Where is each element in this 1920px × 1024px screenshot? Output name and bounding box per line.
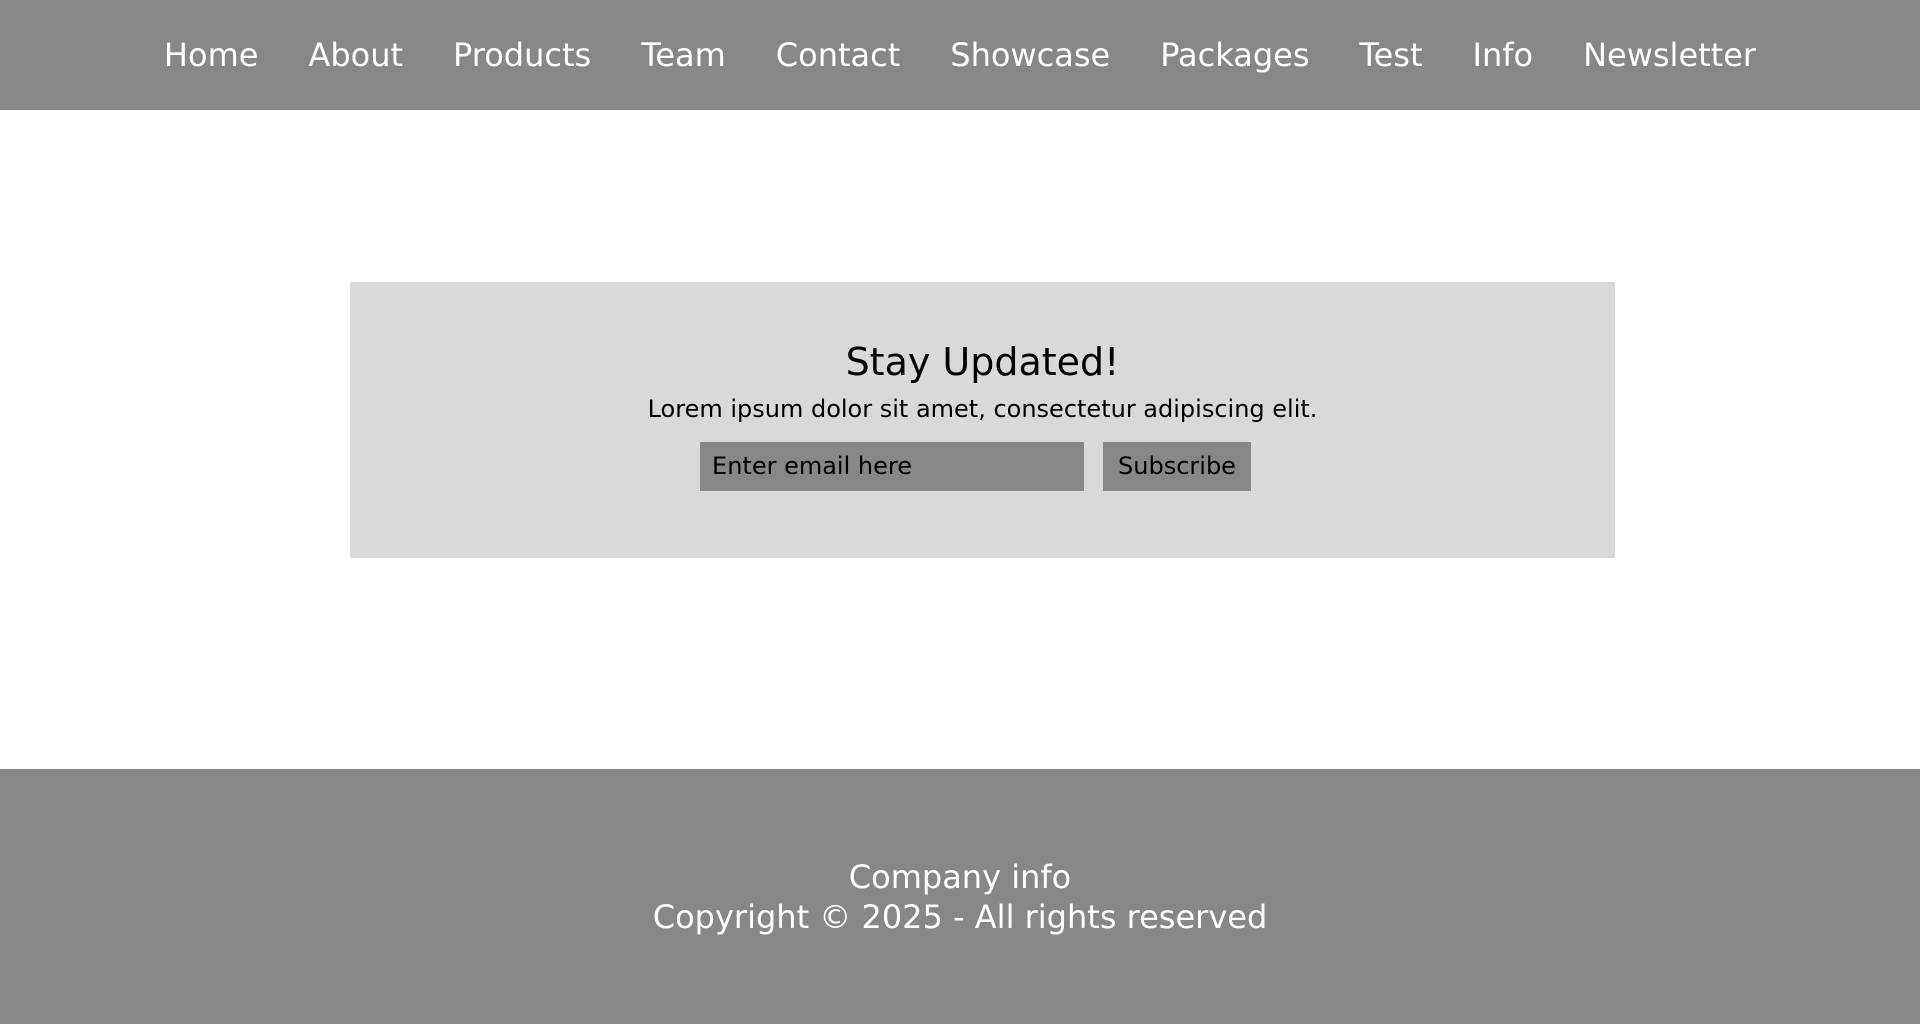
footer-company-info: Company info (848, 857, 1072, 896)
page: Home About Products Team Contact Showcas… (0, 0, 1920, 1024)
nav-item-newsletter: Newsletter (1583, 39, 1756, 71)
nav-item-contact: Contact (776, 39, 901, 71)
nav-link-test[interactable]: Test (1360, 36, 1423, 74)
top-navigation-bar: Home About Products Team Contact Showcas… (0, 0, 1920, 110)
newsletter-form: Subscribe (700, 441, 1251, 491)
footer-copyright: Copyright © 2025 - All rights reserved (652, 897, 1268, 936)
nav-link-team[interactable]: Team (641, 36, 726, 74)
nav-link-products[interactable]: Products (453, 36, 591, 74)
nav-list: Home About Products Team Contact Showcas… (164, 39, 1756, 71)
email-input[interactable] (700, 441, 1085, 491)
nav-link-showcase[interactable]: Showcase (950, 36, 1110, 74)
nav-link-newsletter[interactable]: Newsletter (1583, 36, 1756, 74)
nav-link-home[interactable]: Home (164, 36, 259, 74)
nav-item-team: Team (641, 39, 726, 71)
nav-item-home: Home (164, 39, 259, 71)
site-footer: Company info Copyright © 2025 - All righ… (0, 769, 1920, 1024)
newsletter-description: Lorem ipsum dolor sit amet, consectetur … (647, 395, 1318, 423)
nav-item-showcase: Showcase (950, 39, 1110, 71)
nav-link-packages[interactable]: Packages (1160, 36, 1309, 74)
nav-item-test: Test (1360, 39, 1423, 71)
newsletter-title: Stay Updated! (845, 340, 1120, 384)
nav-link-info[interactable]: Info (1473, 36, 1534, 74)
newsletter-section: Stay Updated! Lorem ipsum dolor sit amet… (350, 282, 1615, 558)
nav-item-products: Products (453, 39, 591, 71)
subscribe-button[interactable]: Subscribe (1103, 441, 1251, 491)
nav-link-about[interactable]: About (308, 36, 403, 74)
nav-link-contact[interactable]: Contact (776, 36, 901, 74)
nav-item-info: Info (1473, 39, 1534, 71)
nav-item-packages: Packages (1160, 39, 1309, 71)
nav-item-about: About (308, 39, 403, 71)
main-content: Stay Updated! Lorem ipsum dolor sit amet… (0, 110, 1920, 769)
main-nav: Home About Products Team Contact Showcas… (164, 39, 1756, 71)
